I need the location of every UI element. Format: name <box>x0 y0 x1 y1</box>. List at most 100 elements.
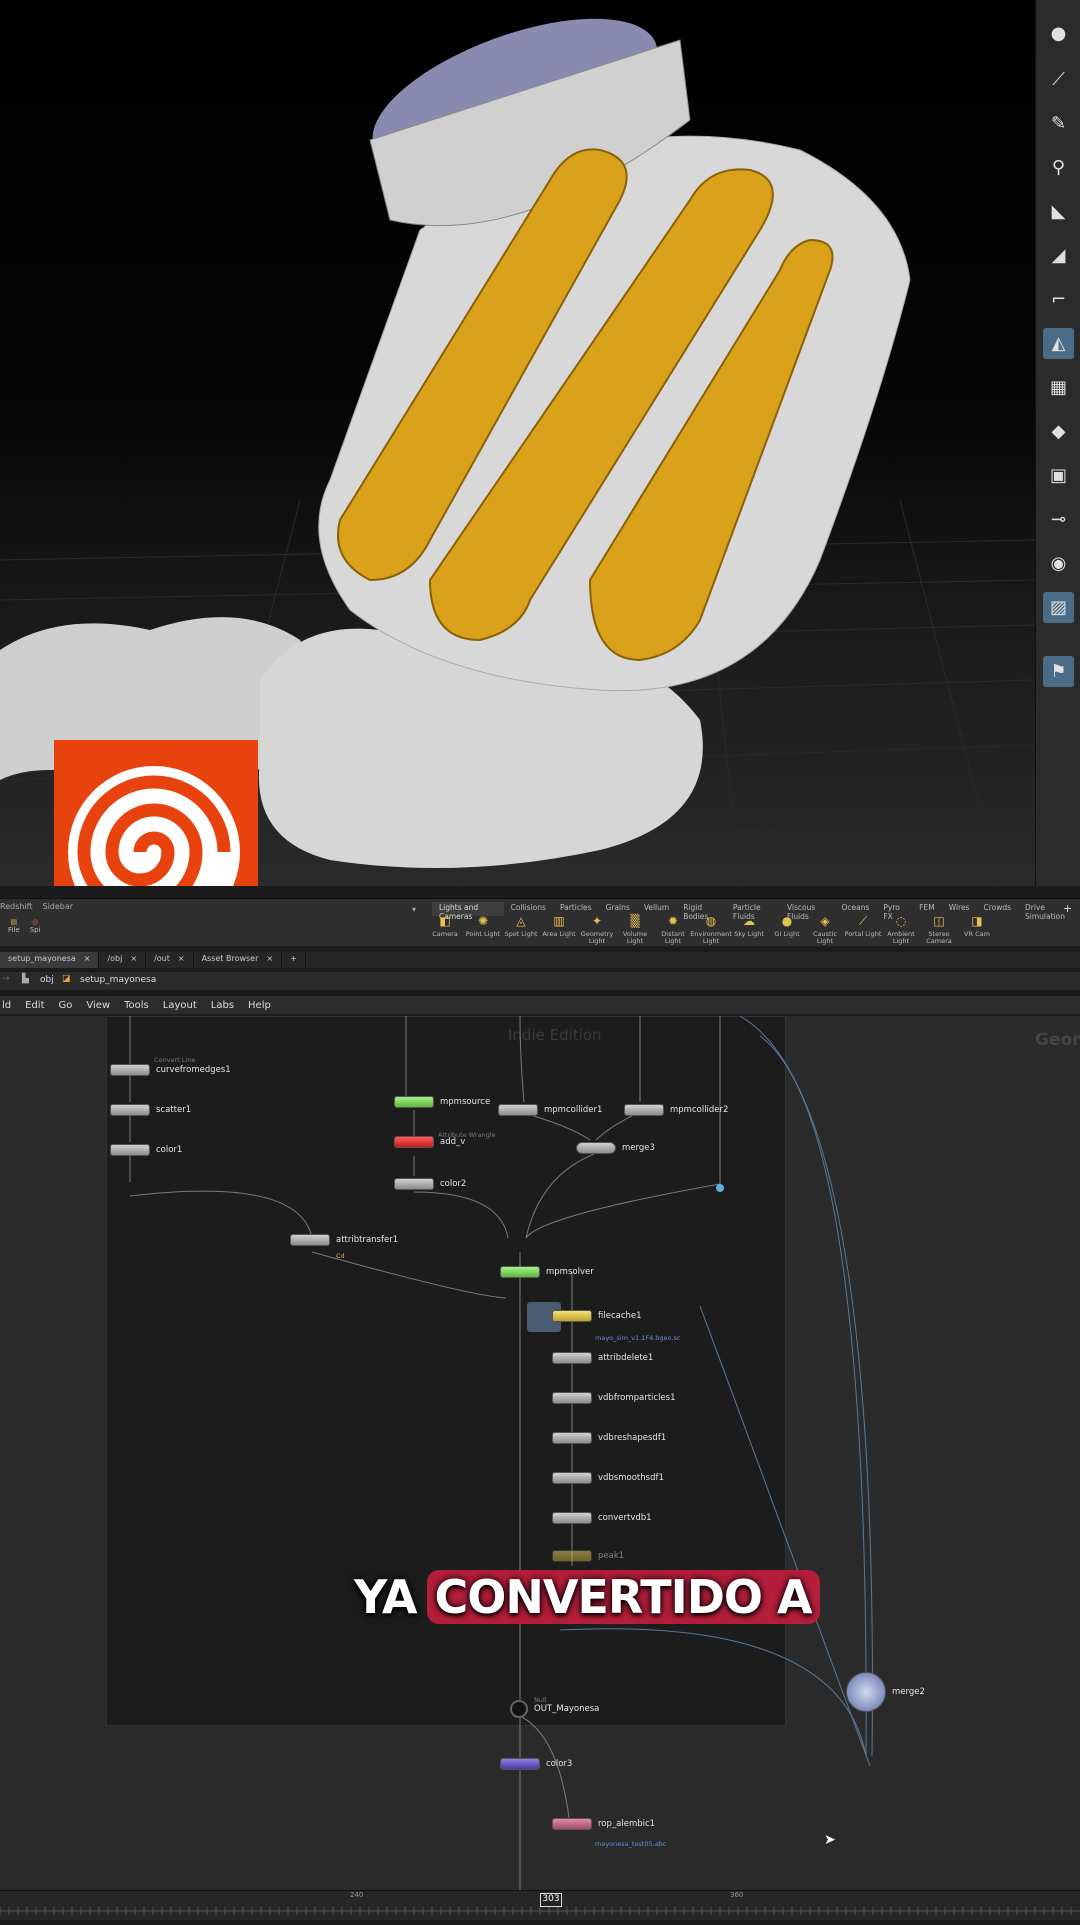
add-shelf-icon[interactable]: + <box>1063 902 1072 915</box>
add-tab-icon[interactable]: + <box>282 952 306 968</box>
shelf-tool-camera[interactable]: ◧ Camera <box>426 915 464 946</box>
node-peak1[interactable]: peak1 <box>552 1550 624 1562</box>
node-body[interactable] <box>110 1064 150 1076</box>
path-level[interactable]: obj <box>40 975 54 985</box>
node-body[interactable] <box>500 1758 540 1770</box>
dot-tool-icon[interactable]: ● <box>1043 18 1074 49</box>
menu-item-help[interactable]: Help <box>248 1000 271 1011</box>
menu-item[interactable]: ld <box>2 1000 11 1011</box>
node-body[interactable] <box>500 1266 540 1278</box>
node-color3[interactable]: color3 <box>500 1758 572 1770</box>
node-curvefromedges1[interactable]: curvefromedges1 <box>110 1064 231 1076</box>
shelf-tab[interactable]: Oceans <box>834 902 876 916</box>
shelf-tool-spot-light[interactable]: ◬ Spot Light <box>502 915 540 946</box>
network-editor[interactable]: Indie Edition Geon Convert Line curvefro… <box>0 1016 1080 1890</box>
node-body[interactable] <box>624 1104 664 1116</box>
pin-icon[interactable]: ⚑ <box>1043 656 1074 687</box>
shelf-tool-vr-camera[interactable]: ◨ VR Cam <box>958 915 996 946</box>
circle-icon[interactable]: ◉ <box>1043 548 1074 579</box>
shelf-tool-portal-light[interactable]: ⟋ Portal Light <box>844 915 882 946</box>
shelf-tool[interactable]: ▤ File <box>8 918 20 934</box>
node-body[interactable] <box>394 1136 434 1148</box>
shelf-tool-geometry-light[interactable]: ✦ Geometry Light <box>578 915 616 946</box>
wire-dot[interactable] <box>716 1184 724 1192</box>
node-scatter1[interactable]: scatter1 <box>110 1104 191 1116</box>
shelf-tool-point-light[interactable]: ✺ Point Light <box>464 915 502 946</box>
checker-icon[interactable]: ▦ <box>1043 372 1074 403</box>
node-mpmcollider1[interactable]: mpmcollider1 <box>498 1104 602 1116</box>
menu-item-tools[interactable]: Tools <box>124 1000 149 1011</box>
node-body[interactable] <box>552 1550 592 1562</box>
node-body[interactable] <box>552 1310 592 1322</box>
shelf-tool-sky-light[interactable]: ☁ Sky Light <box>730 915 768 946</box>
node-body[interactable] <box>552 1432 592 1444</box>
handle-icon[interactable]: ⊸ <box>1043 504 1074 535</box>
shelf-tab[interactable]: Crowds <box>976 902 1018 916</box>
close-icon[interactable]: × <box>266 954 273 966</box>
menu-item-view[interactable]: View <box>86 1000 110 1011</box>
node-body[interactable] <box>498 1104 538 1116</box>
close-icon[interactable]: × <box>130 954 137 966</box>
path-node[interactable]: setup_mayonesa <box>80 975 156 985</box>
node-attribdelete1[interactable]: attribdelete1 <box>552 1352 653 1364</box>
node-out-mayonesa[interactable]: OUT_Mayonesa <box>510 1700 599 1718</box>
merge-node-icon[interactable] <box>846 1672 886 1712</box>
current-frame-marker[interactable]: 303 <box>540 1893 562 1907</box>
node-body[interactable] <box>394 1096 434 1108</box>
shelf-tool-environment-light[interactable]: ◍ Environment Light <box>690 915 732 946</box>
menu-item-layout[interactable]: Layout <box>163 1000 197 1011</box>
node-body[interactable] <box>394 1178 434 1190</box>
back-arrow-icon[interactable]: → <box>2 974 10 984</box>
shelf-dropdown-icon[interactable]: ▾ <box>412 905 416 914</box>
shelf-tab[interactable]: Pyro FX <box>876 902 912 921</box>
bucket-icon[interactable]: ◣ <box>1043 196 1074 227</box>
close-icon[interactable]: × <box>178 954 185 966</box>
shelf-tool-gi-light[interactable]: ● GI Light <box>768 915 806 946</box>
node-body[interactable] <box>552 1472 592 1484</box>
node-vdbreshapesdf1[interactable]: vdbreshapesdf1 <box>552 1432 666 1444</box>
image-icon[interactable]: ▨ <box>1043 592 1074 623</box>
paint-icon[interactable]: ⚲ <box>1043 152 1074 183</box>
curve-icon[interactable]: ⌐ <box>1043 284 1074 315</box>
node-vdbfromparticles1[interactable]: vdbfromparticles1 <box>552 1392 676 1404</box>
node-merge2[interactable]: merge2 <box>846 1672 925 1712</box>
node-color2[interactable]: color2 <box>394 1178 466 1190</box>
pane-tab-setup[interactable]: setup_mayonesa × <box>0 952 100 968</box>
menu-item-labs[interactable]: Labs <box>211 1000 234 1011</box>
node-rop-alembic1[interactable]: rop_alembic1 <box>552 1818 655 1830</box>
node-mpmcollider2[interactable]: mpmcollider2 <box>624 1104 728 1116</box>
shelf-tool-volume-light[interactable]: ▒ Volume Light <box>616 915 654 946</box>
node-attribtransfer1[interactable]: attribtransfer1 <box>290 1234 398 1246</box>
node-vdbsmoothsdf1[interactable]: vdbsmoothsdf1 <box>552 1472 664 1484</box>
shelf-tab[interactable]: Collisions <box>504 902 553 916</box>
3d-viewport[interactable] <box>0 0 1035 886</box>
node-color1[interactable]: color1 <box>110 1144 182 1156</box>
node-body[interactable] <box>576 1142 616 1154</box>
frame-icon[interactable]: ▣ <box>1043 460 1074 491</box>
shelf-tool-caustic-light[interactable]: ◈ Caustic Light <box>806 915 844 946</box>
shelf-tool-stereo-camera[interactable]: ◫ Stereo Camera <box>920 915 958 946</box>
node-add-v[interactable]: add_v <box>394 1136 465 1148</box>
menu-item-go[interactable]: Go <box>59 1000 73 1011</box>
node-body[interactable] <box>110 1104 150 1116</box>
select-icon[interactable]: ◭ <box>1043 328 1074 359</box>
pane-tab-asset-browser[interactable]: Asset Browser × <box>194 952 283 968</box>
shelf-tab[interactable]: Rigid Bodies <box>676 902 726 921</box>
node-body[interactable] <box>552 1352 592 1364</box>
menu-item-edit[interactable]: Edit <box>25 1000 44 1011</box>
close-icon[interactable]: × <box>84 954 91 966</box>
node-body[interactable] <box>110 1144 150 1156</box>
node-convertvdb1[interactable]: convertvdb1 <box>552 1512 652 1524</box>
node-body[interactable] <box>290 1234 330 1246</box>
node-body[interactable] <box>552 1392 592 1404</box>
node-filecache1[interactable]: filecache1 <box>552 1310 642 1322</box>
stack-icon[interactable]: ◢ <box>1043 240 1074 271</box>
shelf-tab[interactable]: Redshift <box>0 902 32 916</box>
diamond-icon[interactable]: ◆ <box>1043 416 1074 447</box>
null-node-icon[interactable] <box>510 1700 528 1718</box>
node-body[interactable] <box>552 1818 592 1830</box>
node-mpmsolver[interactable]: mpmsolver <box>500 1266 594 1278</box>
pen-icon[interactable]: ✎ <box>1043 108 1074 139</box>
node-mpmsource[interactable]: mpmsource <box>394 1096 490 1108</box>
shelf-tool-ambient-light[interactable]: ◌ Ambient Light <box>882 915 920 946</box>
